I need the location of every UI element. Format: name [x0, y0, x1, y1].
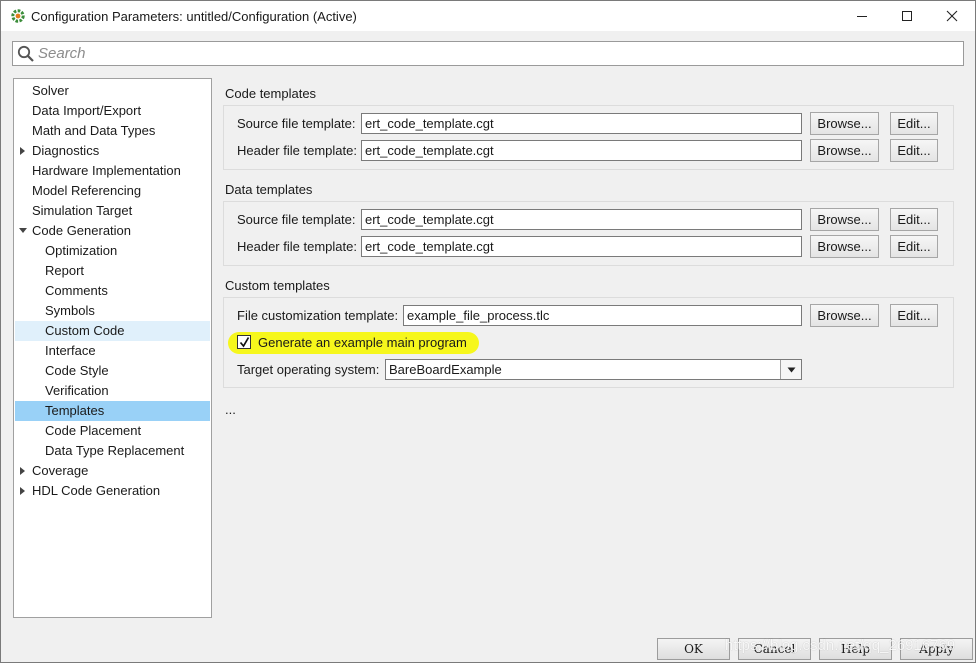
tree-item[interactable]: Templates	[15, 401, 210, 421]
data-source-browse-button[interactable]: Browse...	[810, 208, 879, 231]
tree-item[interactable]: Interface	[15, 341, 210, 361]
tree-item[interactable]: Diagnostics	[15, 141, 210, 161]
close-icon	[946, 10, 958, 22]
file-customization-browse-button[interactable]: Browse...	[810, 304, 879, 327]
data-header-edit-button[interactable]: Edit...	[890, 235, 938, 258]
tree-item[interactable]: Code Style	[15, 361, 210, 381]
tree-item[interactable]: Hardware Implementation	[15, 161, 210, 181]
tree-item[interactable]: Simulation Target	[15, 201, 210, 221]
tree-item[interactable]: Math and Data Types	[15, 121, 210, 141]
collapsed-arrow-icon[interactable]	[19, 467, 27, 475]
tree-item-label: Data Type Replacement	[45, 443, 185, 458]
minimize-button[interactable]	[839, 1, 885, 31]
tree-item[interactable]: Data Import/Export	[15, 101, 210, 121]
title-bar: Configuration Parameters: untitled/Confi…	[1, 1, 975, 31]
tree-item-label: Diagnostics	[32, 143, 100, 158]
tree-item-label: Custom Code	[45, 323, 125, 338]
search-box[interactable]	[12, 41, 964, 66]
tree-item[interactable]: Report	[15, 261, 210, 281]
expanded-arrow-icon[interactable]	[19, 227, 27, 235]
file-customization-edit-button[interactable]: Edit...	[890, 304, 938, 327]
simulink-gear-icon	[10, 8, 26, 24]
collapsed-arrow-icon[interactable]	[19, 487, 27, 495]
file-customization-label: File customization template:	[237, 308, 399, 323]
target-os-value: BareBoardExample	[389, 362, 502, 377]
code-source-edit-button[interactable]: Edit...	[890, 112, 938, 135]
code-source-browse-button[interactable]: Browse...	[810, 112, 879, 135]
data-header-label: Header file template:	[237, 239, 357, 254]
tree-item[interactable]: HDL Code Generation	[15, 481, 210, 501]
tree-item-label: Math and Data Types	[32, 123, 156, 138]
checkmark-icon	[239, 337, 250, 348]
tree-item[interactable]: Solver	[15, 81, 210, 101]
tree-item-label: Verification	[45, 383, 109, 398]
tree-item-label: Code Placement	[45, 423, 142, 438]
tree-item[interactable]: Comments	[15, 281, 210, 301]
cancel-button[interactable]: Cancel	[738, 638, 811, 660]
code-header-label: Header file template:	[237, 143, 357, 158]
tree-item[interactable]: Data Type Replacement	[15, 441, 210, 461]
data-templates-title: Data templates	[225, 182, 313, 197]
more-options-ellipsis: ...	[225, 402, 236, 417]
tree-item[interactable]: Model Referencing	[15, 181, 210, 201]
data-source-edit-button[interactable]: Edit...	[890, 208, 938, 231]
tree-item[interactable]: Symbols	[15, 301, 210, 321]
target-os-label: Target operating system:	[237, 362, 380, 377]
config-params-window: Configuration Parameters: untitled/Confi…	[0, 0, 976, 663]
generate-main-label[interactable]: Generate an example main program	[258, 335, 467, 350]
dropdown-arrow-button[interactable]	[780, 360, 801, 379]
code-source-label: Source file template:	[237, 116, 356, 131]
help-button[interactable]: Help	[819, 638, 892, 660]
tree-item[interactable]: Verification	[15, 381, 210, 401]
tree-item-label: HDL Code Generation	[32, 483, 161, 498]
tree-item-label: Data Import/Export	[32, 103, 142, 118]
code-header-field[interactable]: ert_code_template.cgt	[361, 140, 802, 161]
tree-item-label: Model Referencing	[32, 183, 142, 198]
tree-item-label: Solver	[32, 83, 69, 98]
data-source-field[interactable]: ert_code_template.cgt	[361, 209, 802, 230]
data-header-browse-button[interactable]: Browse...	[810, 235, 879, 258]
tree-item[interactable]: Custom Code	[15, 321, 210, 341]
tree-item-label: Comments	[45, 283, 108, 298]
tree-item-label: Interface	[45, 343, 96, 358]
maximize-icon	[902, 11, 912, 21]
tree-item-label: Hardware Implementation	[32, 163, 181, 178]
chevron-down-icon	[787, 367, 795, 372]
tree-item-label: Optimization	[45, 243, 118, 258]
code-header-edit-button[interactable]: Edit...	[890, 139, 938, 162]
minimize-icon	[857, 16, 867, 17]
data-header-field[interactable]: ert_code_template.cgt	[361, 236, 802, 257]
window-title: Configuration Parameters: untitled/Confi…	[31, 9, 357, 24]
search-input[interactable]	[38, 43, 938, 64]
apply-button[interactable]: Apply	[900, 638, 973, 660]
code-header-browse-button[interactable]: Browse...	[810, 139, 879, 162]
tree-item-label: Symbols	[45, 303, 95, 318]
tree-item-label: Coverage	[32, 463, 89, 478]
tree-item-label: Report	[45, 263, 85, 278]
custom-templates-title: Custom templates	[225, 278, 330, 293]
tree-item-label: Code Generation	[32, 223, 132, 238]
tree-item-label: Simulation Target	[32, 203, 133, 218]
tree-item[interactable]: Optimization	[15, 241, 210, 261]
tree-item[interactable]: Code Placement	[15, 421, 210, 441]
search-icon	[17, 45, 34, 62]
collapsed-arrow-icon[interactable]	[19, 147, 27, 155]
code-templates-title: Code templates	[225, 86, 317, 101]
close-button[interactable]	[929, 1, 975, 31]
tree-item[interactable]: Coverage	[15, 461, 210, 481]
target-os-dropdown[interactable]: BareBoardExample	[385, 359, 802, 380]
tree-item[interactable]: Code Generation	[15, 221, 210, 241]
file-customization-field[interactable]: example_file_process.tlc	[403, 305, 802, 326]
data-source-label: Source file template:	[237, 212, 356, 227]
ok-button[interactable]: OK	[657, 638, 730, 660]
code-source-field[interactable]: ert_code_template.cgt	[361, 113, 802, 134]
generate-main-checkbox[interactable]	[237, 335, 251, 349]
tree-item-label: Templates	[45, 403, 105, 418]
maximize-button[interactable]	[884, 1, 930, 31]
tree-item-label: Code Style	[45, 363, 109, 378]
category-tree: Solver Data Import/Export Math and Data Ty…	[13, 78, 212, 618]
